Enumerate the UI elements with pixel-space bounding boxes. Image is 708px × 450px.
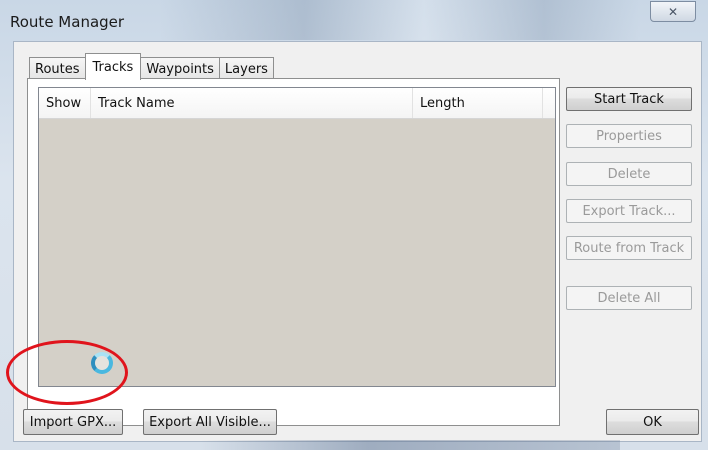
tab-layers[interactable]: Layers	[218, 57, 274, 80]
import-gpx-button[interactable]: Import GPX...	[23, 409, 123, 435]
route-from-track-button[interactable]: Route from Track	[566, 236, 692, 260]
properties-button[interactable]: Properties	[566, 124, 692, 148]
close-button[interactable]: ✕	[650, 1, 696, 22]
column-header-track-name[interactable]: Track Name	[91, 88, 413, 118]
tab-tracks[interactable]: Tracks	[84, 53, 142, 80]
ok-button[interactable]: OK	[606, 409, 699, 435]
window-title: Route Manager	[10, 13, 125, 31]
track-list[interactable]: Show Track Name Length	[38, 87, 556, 387]
delete-all-button[interactable]: Delete All	[566, 286, 692, 310]
window-frame: Route Manager ✕ Routes Tracks Waypoints …	[0, 0, 708, 450]
tab-strip: Routes Tracks Waypoints Layers	[29, 53, 274, 80]
tab-waypoints[interactable]: Waypoints	[140, 57, 220, 80]
column-header-length[interactable]: Length	[413, 88, 543, 118]
dialog-client-area: Routes Tracks Waypoints Layers Show Trac…	[13, 41, 702, 442]
export-track-button[interactable]: Export Track...	[566, 199, 692, 223]
delete-button[interactable]: Delete	[566, 162, 692, 186]
close-icon: ✕	[667, 4, 679, 19]
tracks-tab-panel: Show Track Name Length	[27, 78, 560, 426]
export-all-visible-button[interactable]: Export All Visible...	[143, 409, 277, 435]
busy-cursor-icon	[91, 352, 113, 374]
column-header-show[interactable]: Show	[39, 88, 91, 118]
start-track-button[interactable]: Start Track	[566, 87, 692, 111]
tab-routes[interactable]: Routes	[29, 57, 86, 80]
track-list-header: Show Track Name Length	[39, 88, 555, 119]
